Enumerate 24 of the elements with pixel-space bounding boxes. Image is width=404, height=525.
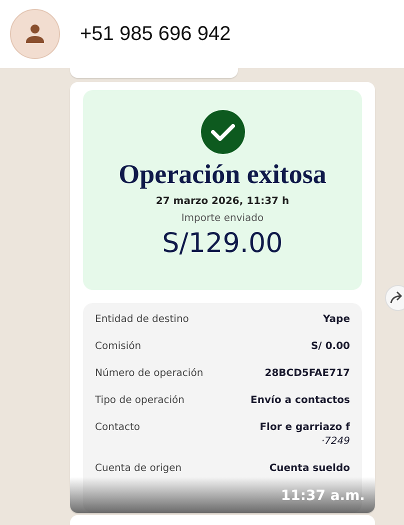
- detail-value: ·7249: [321, 435, 350, 449]
- detail-label: Número de operación: [95, 367, 204, 381]
- detail-value: Yape: [322, 313, 350, 327]
- message-time: 11:37 a.m.: [280, 487, 365, 506]
- detail-value: Envío a contactos: [250, 394, 350, 408]
- contact-name[interactable]: +51 985 696 942: [80, 19, 231, 49]
- detail-value: Flor e garriazo f: [260, 421, 350, 435]
- contact-avatar[interactable]: [10, 9, 60, 59]
- detail-label: Tipo de operación: [95, 394, 184, 408]
- detail-value: 28BCD5FAE717: [264, 367, 350, 381]
- detail-value: Cuenta sueldo: [269, 462, 350, 476]
- detail-label: Cuenta de origen: [95, 462, 182, 476]
- receipt-date: 27 marzo 2026, 11:37 h: [156, 194, 290, 209]
- detail-label: Contacto: [95, 421, 140, 435]
- checkmark-icon: [200, 110, 244, 154]
- amount-label: Importe enviado: [181, 212, 264, 226]
- forward-icon[interactable]: [385, 285, 404, 311]
- detail-value: S/ 0.00: [310, 340, 350, 354]
- image-message[interactable]: [70, 82, 375, 513]
- receipt-title: Operación exitosa: [118, 160, 326, 190]
- detail-label: Entidad de destino: [95, 313, 189, 327]
- amount-value: S/129.00: [162, 228, 283, 260]
- person-icon: [23, 22, 47, 46]
- detail-label: Comisión: [95, 340, 142, 354]
